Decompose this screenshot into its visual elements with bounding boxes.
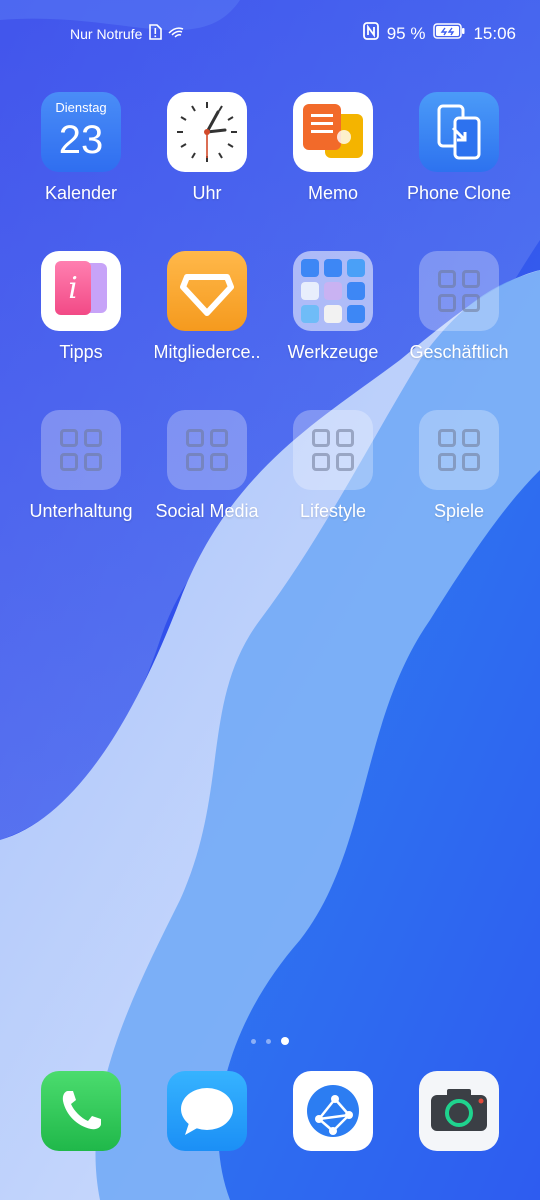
page-dot[interactable] — [266, 1038, 271, 1044]
app-label: Werkzeuge — [287, 342, 379, 362]
app-label: Unterhaltung — [29, 501, 133, 521]
app-kalender[interactable]: Dienstag 23 Kalender — [18, 92, 144, 204]
messages-icon — [167, 1071, 247, 1151]
calendar-icon: Dienstag 23 — [41, 92, 121, 172]
status-bar: Nur Notrufe 95 % 15:06 — [0, 0, 540, 64]
folder-lifestyle[interactable]: Lifestyle — [270, 410, 396, 522]
dock — [0, 1071, 540, 1151]
folder-spiele[interactable]: Spiele — [396, 410, 522, 522]
memo-icon — [293, 92, 373, 172]
folder-icon — [167, 410, 247, 490]
camera-icon — [419, 1071, 499, 1151]
dock-camera[interactable] — [396, 1071, 522, 1151]
app-tipps[interactable]: i Tipps — [18, 251, 144, 363]
nfc-icon — [362, 22, 379, 45]
page-dot-active[interactable] — [281, 1037, 289, 1045]
app-label: Kalender — [44, 183, 118, 203]
app-uhr[interactable]: Uhr — [144, 92, 270, 204]
battery-icon — [433, 23, 465, 44]
app-label: Social Media — [155, 501, 259, 521]
folder-icon — [419, 410, 499, 490]
app-memo[interactable]: Memo — [270, 92, 396, 204]
clock-icon — [167, 92, 247, 172]
folder-social-media[interactable]: Social Media — [144, 410, 270, 522]
app-label: Lifestyle — [299, 501, 367, 521]
app-label: Uhr — [192, 183, 222, 203]
dock-browser[interactable] — [270, 1071, 396, 1151]
carrier-text: Nur Notrufe — [70, 25, 143, 42]
clock-time: 15:06 — [473, 23, 516, 43]
folder-icon — [419, 251, 499, 331]
browser-icon — [293, 1071, 373, 1151]
folder-unterhaltung[interactable]: Unterhaltung — [18, 410, 144, 522]
folder-geschaeftlich[interactable]: Geschäftlich — [396, 251, 522, 363]
status-right: 95 % 15:06 — [362, 22, 516, 45]
page-indicator[interactable] — [0, 1037, 540, 1045]
app-label: Memo — [307, 183, 358, 203]
app-phone-clone[interactable]: Phone Clone — [396, 92, 522, 204]
sim-alert-icon — [148, 24, 163, 43]
folder-icon — [293, 410, 373, 490]
member-center-icon — [167, 251, 247, 331]
folder-werkzeuge[interactable]: Werkzeuge — [270, 251, 396, 363]
app-label: Geschäftlich — [409, 342, 509, 362]
app-label: Mitgliederce.. — [153, 342, 261, 362]
tools-folder-icon — [293, 251, 373, 331]
calendar-weekday: Dienstag — [55, 100, 107, 115]
battery-percent: 95 % — [386, 23, 426, 43]
app-label: Tipps — [59, 342, 103, 362]
app-label: Phone Clone — [406, 183, 512, 203]
folder-icon — [41, 410, 121, 490]
phone-icon — [41, 1071, 121, 1151]
status-left: Nur Notrufe — [70, 24, 184, 43]
calendar-day: 23 — [58, 118, 104, 162]
app-label: Spiele — [433, 501, 485, 521]
dock-messages[interactable] — [144, 1071, 270, 1151]
app-mitgliedercenter[interactable]: Mitgliederce.. — [144, 251, 270, 363]
phone-clone-icon — [419, 92, 499, 172]
dock-phone[interactable] — [18, 1071, 144, 1151]
wifi-calling-icon — [168, 25, 184, 42]
tips-icon: i — [41, 251, 121, 331]
page-dot[interactable] — [251, 1038, 256, 1044]
